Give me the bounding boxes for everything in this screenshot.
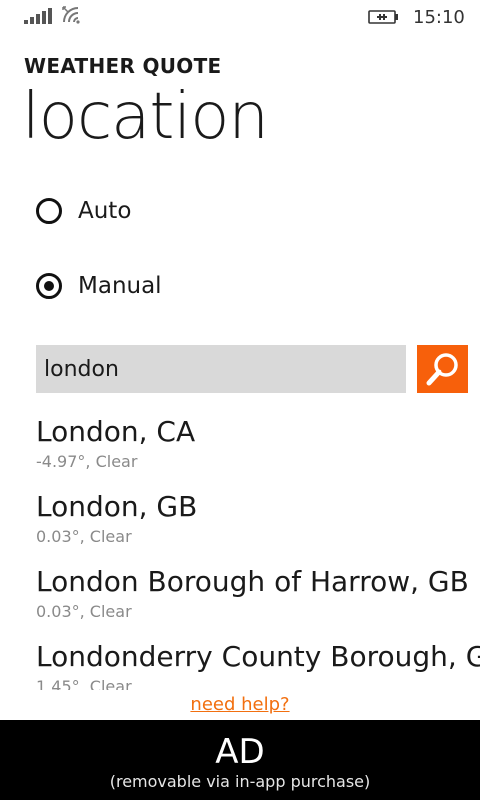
result-item[interactable]: London, GB 0.03°, Clear (36, 487, 480, 562)
result-item[interactable]: Londonderry County Borough, GB 1.45°, Cl… (36, 637, 480, 690)
result-item[interactable]: London Borough of Harrow, GB 0.03°, Clea… (36, 562, 480, 637)
result-detail: -4.97°, Clear (36, 452, 138, 471)
search-icon (426, 353, 458, 386)
page-title: location (22, 80, 269, 154)
result-name: Londonderry County Borough, GB (36, 640, 480, 673)
result-detail: 1.45°, Clear (36, 677, 132, 690)
ad-banner[interactable]: AD (removable via in-app purchase) (0, 720, 480, 800)
radio-auto-label: Auto (78, 198, 132, 224)
radio-selected-icon (36, 273, 62, 299)
status-bar: 15:10 (0, 0, 480, 36)
search-input[interactable] (36, 345, 406, 393)
search-button[interactable] (417, 345, 468, 393)
battery-charging-icon (368, 10, 398, 24)
result-name: London, GB (36, 490, 198, 523)
radio-unselected-icon (36, 198, 62, 224)
result-detail: 0.03°, Clear (36, 602, 132, 621)
radio-manual-label: Manual (78, 273, 162, 299)
ad-subtitle: (removable via in-app purchase) (109, 772, 371, 791)
ad-title: AD (215, 732, 265, 772)
result-item[interactable]: London, CA -4.97°, Clear (36, 412, 480, 487)
radio-auto[interactable]: Auto (36, 194, 131, 228)
clock: 15:10 (413, 7, 465, 28)
search-results-list[interactable]: London, CA -4.97°, Clear London, GB 0.03… (36, 412, 480, 690)
wifi-icon (62, 6, 80, 24)
result-name: London, CA (36, 415, 196, 448)
signal-strength-icon (24, 8, 52, 24)
app-title: WEATHER QUOTE (24, 54, 222, 78)
result-detail: 0.03°, Clear (36, 527, 132, 546)
radio-manual[interactable]: Manual (36, 269, 162, 303)
help-link[interactable]: need help? (0, 694, 480, 715)
result-name: London Borough of Harrow, GB (36, 565, 469, 598)
